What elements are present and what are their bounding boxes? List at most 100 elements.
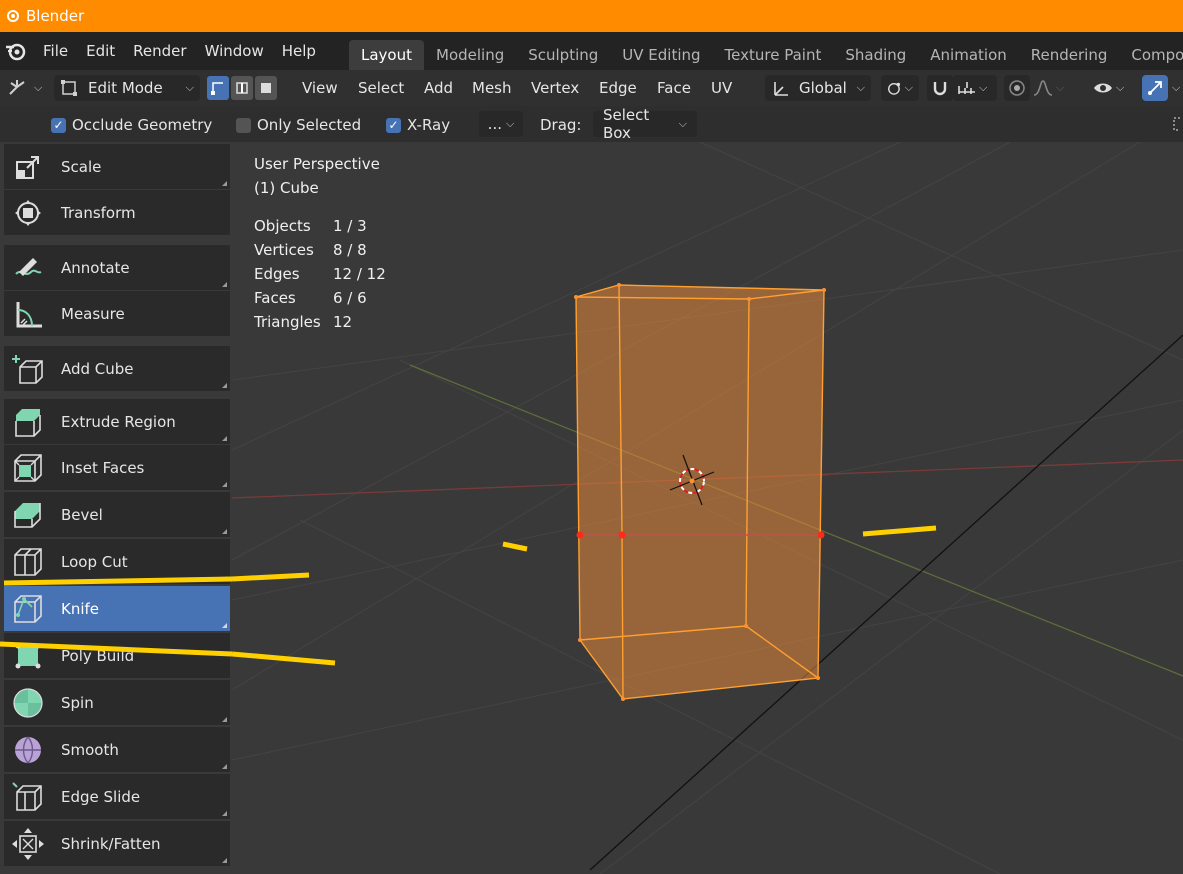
blender-logo-icon — [7, 10, 19, 22]
proportional-edit-icon — [1009, 80, 1025, 96]
checkbox-unchecked-icon — [236, 117, 251, 133]
tool-label: Shrink/Fatten — [61, 834, 161, 853]
chevron-down-icon: ⌵ — [856, 81, 865, 94]
chevron-down-icon: ⌵ — [678, 117, 687, 130]
menu-edit[interactable]: Edit — [77, 42, 124, 60]
snap-target-dropdown[interactable]: ⌵ — [953, 75, 997, 101]
pivot-point-dropdown[interactable]: ⌵ — [881, 75, 919, 101]
snap-toggle[interactable] — [927, 75, 953, 101]
menu-view[interactable]: View — [302, 79, 338, 97]
tool-label: Add Cube — [61, 359, 134, 378]
tab-compositing[interactable]: Compo — [1119, 40, 1183, 70]
menu-help[interactable]: Help — [273, 42, 325, 60]
menu-file[interactable]: File — [34, 42, 77, 60]
menu-window[interactable]: Window — [196, 42, 273, 60]
mode-dropdown[interactable]: Edit Mode ⌵ — [54, 75, 200, 101]
orientation-icon — [774, 82, 788, 96]
editor-type-selector[interactable]: ⌵ — [6, 70, 42, 106]
inset-faces-icon — [8, 448, 48, 488]
tool-shrink-fatten[interactable]: Shrink/Fatten — [4, 821, 230, 866]
drag-select-dropdown[interactable]: Select Box ⌵ — [593, 106, 697, 142]
menu-mesh[interactable]: Mesh — [472, 79, 512, 97]
occlude-geometry-checkbox[interactable]: ✓ Occlude Geometry — [51, 116, 212, 134]
menu-vertex[interactable]: Vertex — [531, 79, 579, 97]
snap-increment-icon — [958, 82, 975, 94]
drag-select-value: Select Box — [603, 106, 650, 142]
menu-edge[interactable]: Edge — [599, 79, 637, 97]
tool-options-corner-icon — [222, 383, 227, 388]
tool-transform[interactable]: Transform — [4, 190, 230, 235]
annotation-strokes-over-toolbar — [0, 576, 232, 657]
tool-inset-faces[interactable]: Inset Faces — [4, 445, 230, 490]
occlude-geometry-label: Occlude Geometry — [72, 116, 213, 134]
more-settings-dropdown[interactable]: ... ⌵ — [479, 111, 523, 137]
tool-bevel[interactable]: Bevel — [4, 492, 230, 537]
tool-label: Bevel — [61, 505, 103, 524]
chevron-down-icon: ⌵ — [185, 81, 194, 94]
tool-options-corner-icon — [222, 858, 227, 863]
chevron-down-icon: ⌵ — [1056, 81, 1065, 94]
chevron-down-icon: ⌵ — [979, 81, 988, 94]
proportional-falloff-dropdown[interactable]: ⌵ — [1032, 79, 1064, 97]
proportional-edit-toggle[interactable] — [1004, 75, 1030, 101]
region-expand-icon[interactable] — [1170, 116, 1183, 132]
visibility-dropdown[interactable]: ⌵ — [1092, 79, 1124, 97]
transform-icon — [8, 193, 48, 233]
tool-label: Edge Slide — [61, 787, 141, 806]
tab-texture-paint[interactable]: Texture Paint — [713, 40, 834, 70]
add-cube-icon — [8, 349, 48, 389]
edit-mode-icon — [61, 80, 77, 96]
falloff-curve-icon — [1033, 80, 1053, 96]
tab-animation[interactable]: Animation — [918, 40, 1018, 70]
menu-render[interactable]: Render — [124, 42, 195, 60]
workspace-tabs: Layout Modeling Sculpting UV Editing Tex… — [349, 40, 1183, 70]
vertex-select-button[interactable] — [207, 76, 229, 100]
tool-measure[interactable]: Measure — [4, 291, 230, 336]
tool-options-corner-icon — [222, 482, 227, 487]
window-title: Blender — [26, 7, 85, 25]
editor-type-icon — [9, 80, 25, 95]
menu-uv[interactable]: UV — [711, 79, 732, 97]
scale-icon — [8, 147, 48, 187]
blender-menu-icon[interactable] — [4, 39, 28, 63]
tool-label: Spin — [61, 693, 94, 712]
tool-spin[interactable]: Spin — [4, 680, 230, 725]
gizmo-toggle[interactable] — [1142, 75, 1168, 101]
magnet-icon — [933, 82, 947, 96]
tab-layout[interactable]: Layout — [349, 40, 424, 70]
xray-label: X-Ray — [407, 116, 451, 134]
tab-sculpting[interactable]: Sculpting — [516, 40, 610, 70]
tool-label: Scale — [61, 157, 102, 176]
orientation-value: Global — [799, 79, 847, 97]
tool-extrude-region[interactable]: Extrude Region — [4, 399, 230, 444]
measure-icon — [8, 294, 48, 334]
tool-label: Annotate — [61, 258, 130, 277]
tool-edge-slide[interactable]: Edge Slide — [4, 774, 230, 819]
tab-rendering[interactable]: Rendering — [1019, 40, 1120, 70]
only-selected-checkbox[interactable]: Only Selected — [236, 116, 361, 134]
edge-select-button[interactable] — [231, 76, 253, 100]
menu-select[interactable]: Select — [358, 79, 404, 97]
transform-orientation-dropdown[interactable]: Global ⌵ — [765, 75, 871, 101]
xray-checkbox[interactable]: ✓ X-Ray — [386, 116, 450, 134]
menu-face[interactable]: Face — [657, 79, 691, 97]
stat-row: Vertices 8 / 8 — [254, 241, 367, 259]
tool-smooth[interactable]: Smooth — [4, 727, 230, 772]
tab-uv-editing[interactable]: UV Editing — [610, 40, 712, 70]
vertex-select-icon — [211, 82, 223, 95]
stat-row: Objects 1 / 3 — [254, 217, 367, 235]
tab-shading[interactable]: Shading — [833, 40, 918, 70]
gizmo-dropdown-chevron-icon[interactable]: ⌵ — [1172, 81, 1180, 95]
tool-annotate[interactable]: Annotate — [4, 245, 230, 290]
tool-options-corner-icon — [222, 764, 227, 769]
tool-options-corner-icon — [222, 282, 227, 287]
face-select-button[interactable] — [255, 76, 277, 100]
tool-label: Extrude Region — [61, 412, 176, 431]
tool-options-corner-icon — [222, 181, 227, 186]
chevron-down-icon: ⌵ — [505, 117, 515, 130]
menu-add[interactable]: Add — [424, 79, 453, 97]
tab-modeling[interactable]: Modeling — [424, 40, 516, 70]
tool-add-cube[interactable]: Add Cube — [4, 346, 230, 391]
tool-scale[interactable]: Scale — [4, 144, 230, 189]
cube-mesh[interactable] — [574, 283, 826, 701]
